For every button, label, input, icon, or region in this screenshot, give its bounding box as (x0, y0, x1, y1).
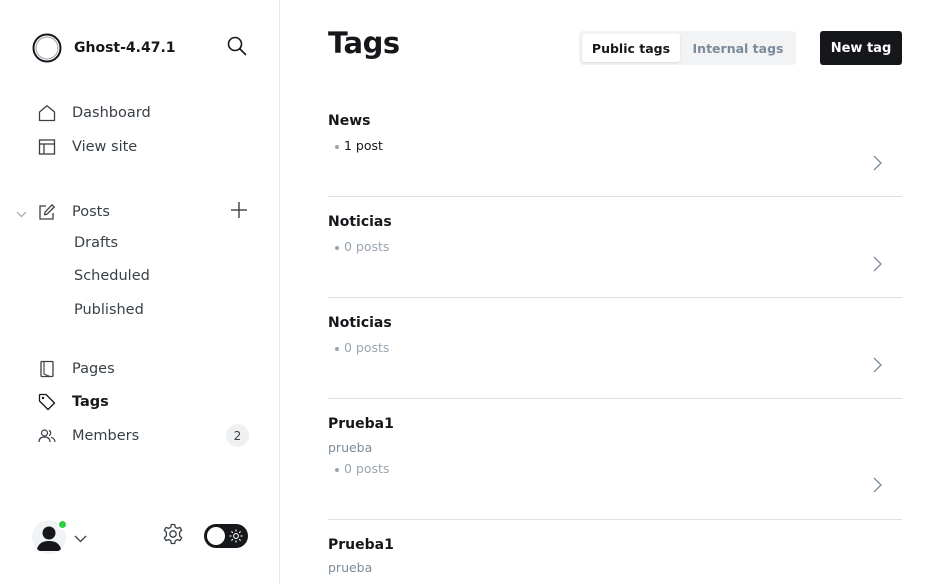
sidebar-item-label: Tags (72, 394, 109, 410)
tag-row[interactable]: Prueba1 prueba (328, 537, 902, 584)
site-name: Ghost-4.47.1 (74, 40, 176, 56)
dark-mode-toggle[interactable] (204, 524, 248, 548)
site-brand[interactable]: Ghost-4.47.1 (32, 32, 176, 64)
house-icon (38, 104, 56, 122)
tag-post-count: 0 posts (335, 461, 390, 476)
user-menu-toggle[interactable] (73, 530, 87, 544)
chevron-down-icon (74, 528, 87, 547)
toggle-knob (207, 527, 225, 545)
row-divider (328, 519, 902, 520)
row-divider (328, 196, 902, 197)
sidebar-item-tags[interactable]: Tags (38, 390, 109, 414)
tag-post-count: 0 posts (335, 340, 390, 355)
page-title: Tags (328, 26, 400, 60)
sidebar-item-published[interactable]: Published (74, 302, 144, 324)
bullet (335, 347, 339, 351)
sidebar-item-view-site[interactable]: View site (38, 135, 137, 159)
tab-internal-tags[interactable]: Internal tags (683, 34, 793, 62)
people-icon (38, 427, 56, 445)
tag-row[interactable]: News 1 post (328, 113, 902, 197)
chevron-right-icon (871, 255, 883, 273)
tag-count-text: 1 post (344, 138, 383, 153)
tag-count-text: 0 posts (344, 239, 390, 254)
user-avatar-icon (32, 520, 66, 554)
sidebar-item-label: Pages (72, 361, 115, 377)
search-button[interactable] (226, 36, 248, 60)
tag-name: Noticias (328, 315, 392, 331)
sidebar-item-scheduled[interactable]: Scheduled (74, 268, 150, 290)
layout-icon (38, 138, 56, 156)
tag-row[interactable]: Noticias 0 posts (328, 315, 902, 399)
tab-public-tags[interactable]: Public tags (582, 34, 680, 62)
tag-name: News (328, 113, 371, 129)
search-icon (227, 36, 247, 60)
chevron-down-icon (16, 203, 27, 222)
sidebar: Ghost-4.47.1 Dashboard View site Posts D… (0, 0, 280, 584)
tag-count-text: 0 posts (344, 340, 390, 355)
tag-name: Noticias (328, 214, 392, 230)
bullet (335, 468, 339, 472)
new-post-button[interactable] (228, 201, 250, 223)
row-divider (328, 297, 902, 298)
sidebar-item-posts[interactable]: Posts (38, 200, 110, 224)
chevron-right-icon (871, 154, 883, 172)
tag-description: prueba (328, 560, 373, 575)
sidebar-item-label: Dashboard (72, 105, 151, 121)
settings-button[interactable] (161, 523, 185, 549)
online-status-dot (57, 519, 68, 530)
tag-type-tabs: Public tags Internal tags (579, 31, 796, 65)
row-divider (328, 398, 902, 399)
pencil-square-icon (38, 203, 56, 221)
sidebar-item-members[interactable]: Members (38, 424, 139, 448)
tag-name: Prueba1 (328, 537, 394, 553)
tag-post-count: 1 post (335, 138, 383, 153)
tag-count-text: 0 posts (344, 461, 390, 476)
gear-icon (162, 523, 184, 549)
sidebar-item-drafts[interactable]: Drafts (74, 235, 118, 257)
tag-icon (38, 393, 56, 411)
posts-collapse-toggle[interactable] (15, 206, 27, 218)
new-tag-button[interactable]: New tag (820, 31, 902, 65)
plus-icon (230, 201, 248, 223)
sidebar-item-pages[interactable]: Pages (38, 357, 115, 381)
page-icon (38, 360, 56, 378)
tag-row[interactable]: Prueba1 prueba 0 posts (328, 416, 902, 520)
tag-description: prueba (328, 440, 373, 455)
bullet (335, 145, 339, 149)
sidebar-item-label: View site (72, 139, 138, 155)
ghost-logo-icon (32, 33, 62, 63)
bullet (335, 246, 339, 250)
chevron-right-icon (871, 476, 883, 494)
tag-row[interactable]: Noticias 0 posts (328, 214, 902, 298)
tag-name: Prueba1 (328, 416, 394, 432)
tag-post-count: 0 posts (335, 239, 390, 254)
chevron-right-icon (871, 356, 883, 374)
sidebar-item-label: Posts (72, 204, 110, 220)
sun-icon (228, 528, 244, 544)
members-count-badge: 2 (226, 424, 249, 447)
sidebar-item-dashboard[interactable]: Dashboard (38, 101, 151, 125)
sidebar-item-label: Members (72, 428, 140, 444)
